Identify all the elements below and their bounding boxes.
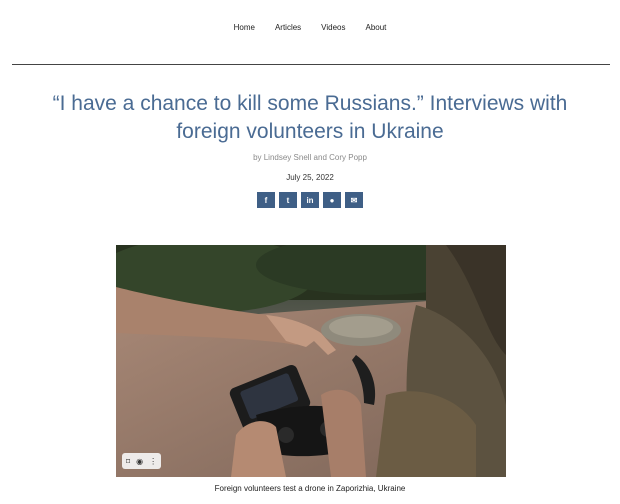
photo-caption: Foreign volunteers test a drone in Zapor… [214, 484, 406, 493]
nav-item-articles[interactable]: Articles [275, 23, 301, 32]
nav-item-about[interactable]: About [366, 23, 387, 32]
more-icon[interactable]: ⋮ [149, 457, 157, 466]
photo-toolbar: ⌑ ◉ ⋮ [122, 453, 162, 469]
email-icon: ✉ [350, 195, 358, 205]
article-photo[interactable]: ⌑ ◉ ⋮ [116, 245, 506, 477]
facebook-icon: f [264, 195, 268, 205]
share-linkedin-button[interactable]: in [301, 192, 319, 208]
camera-icon[interactable]: ◉ [136, 457, 143, 466]
article-date: July 25, 2022 [286, 173, 334, 182]
nav-item-home[interactable]: Home [234, 23, 255, 32]
header-divider [12, 64, 610, 65]
twitter-icon: t [286, 195, 290, 205]
share-facebook-button[interactable]: f [257, 192, 275, 208]
reddit-icon: ● [329, 195, 335, 205]
article-byline: by Lindsey Snell and Cory Popp [253, 153, 367, 162]
article-title: “I have a chance to kill some Russians.”… [52, 92, 568, 143]
top-nav: Home Articles Videos About [0, 23, 620, 32]
nav-item-videos[interactable]: Videos [321, 23, 345, 32]
linkedin-icon: in [306, 195, 314, 205]
photo-drone-controller-illustration [116, 245, 506, 477]
share-bar: f t in ● ✉ [0, 192, 620, 208]
share-twitter-button[interactable]: t [279, 192, 297, 208]
page: Home Articles Videos About “I have a cha… [0, 0, 620, 504]
share-reddit-button[interactable]: ● [323, 192, 341, 208]
bookmark-icon[interactable]: ⌑ [126, 457, 130, 466]
share-email-button[interactable]: ✉ [345, 192, 363, 208]
